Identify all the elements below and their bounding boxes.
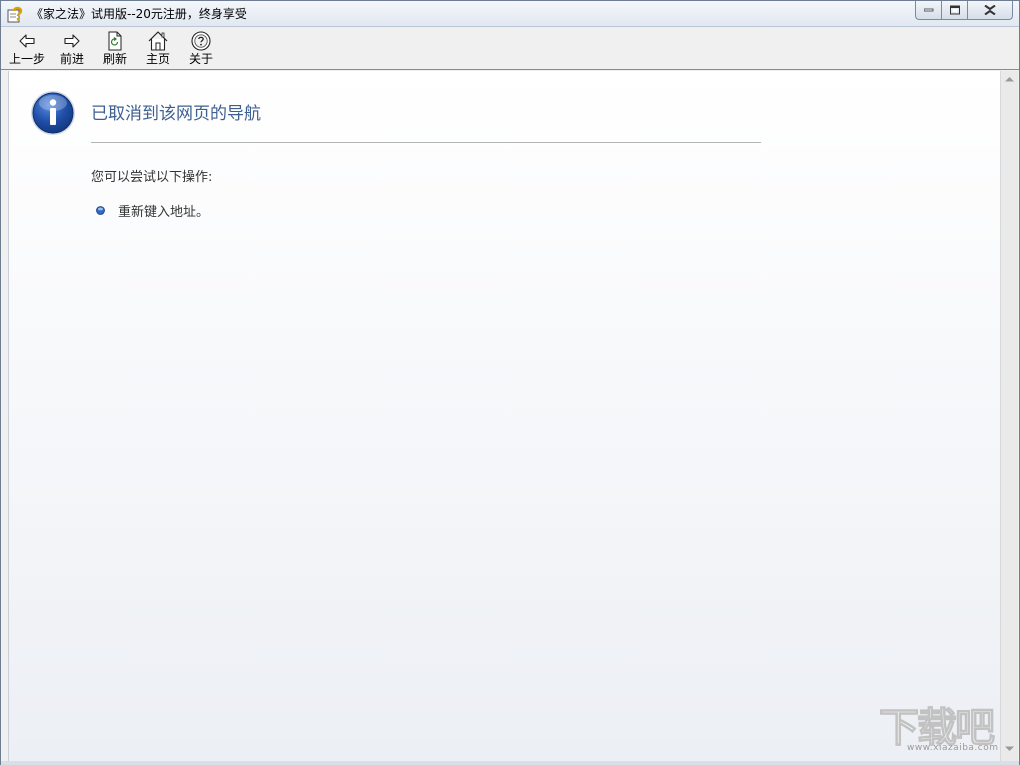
minimize-icon (923, 8, 933, 12)
about-button[interactable]: 关于 (186, 30, 216, 68)
window-bottom-border (1, 761, 1019, 765)
scroll-down-icon[interactable] (1004, 745, 1015, 753)
suggestions-heading: 您可以尝试以下操作: (91, 170, 213, 185)
arrow-left-icon (19, 34, 35, 48)
help-question-icon[interactable] (7, 6, 23, 23)
home-button[interactable]: 主页 (143, 30, 173, 68)
maximize-button[interactable] (942, 1, 968, 20)
watermark-url: www.xiazaiba.com (907, 743, 999, 753)
arrow-right-icon (64, 34, 80, 48)
close-button[interactable] (968, 1, 1013, 20)
scroll-up-icon[interactable] (1004, 75, 1015, 83)
window-controls (915, 1, 1013, 20)
suggestion-retype-address: 重新键入地址。 (118, 204, 210, 220)
maximize-icon (949, 5, 960, 15)
refresh-button[interactable]: 刷新 (100, 30, 130, 68)
refresh-label: 刷新 (102, 52, 127, 66)
forward-label: 前进 (59, 52, 84, 66)
home-icon (148, 31, 168, 51)
vertical-scrollbar[interactable] (1000, 71, 1018, 761)
page-title: 已取消到该网页的导航 (91, 104, 261, 124)
minimize-button[interactable] (915, 1, 942, 20)
forward-button[interactable]: 前进 (57, 30, 87, 68)
back-button[interactable]: 上一步 (7, 30, 47, 68)
about-icon (191, 31, 211, 51)
browser-content: 已取消到该网页的导航 您可以尝试以下操作: 重新键入地址。 (8, 71, 1000, 761)
title-bar[interactable]: 《家之法》试用版--20元注册，终身享受 (1, 1, 1019, 27)
bullet-icon (96, 205, 105, 215)
toolbar: 上一步 前进 刷新 主页 关于 (1, 28, 1019, 70)
info-icon (30, 90, 76, 136)
app-window: 《家之法》试用版--20元注册，终身享受 上一步 前进 刷新 主页 关于 已取消… (0, 0, 1020, 765)
home-label: 主页 (145, 52, 170, 66)
refresh-page-icon (108, 31, 122, 51)
list-item: 重新键入地址。 (96, 202, 210, 220)
back-label: 上一步 (8, 52, 45, 66)
title-divider (91, 142, 761, 143)
close-icon (984, 5, 996, 15)
window-title: 《家之法》试用版--20元注册，终身享受 (31, 7, 247, 21)
about-label: 关于 (188, 52, 213, 66)
